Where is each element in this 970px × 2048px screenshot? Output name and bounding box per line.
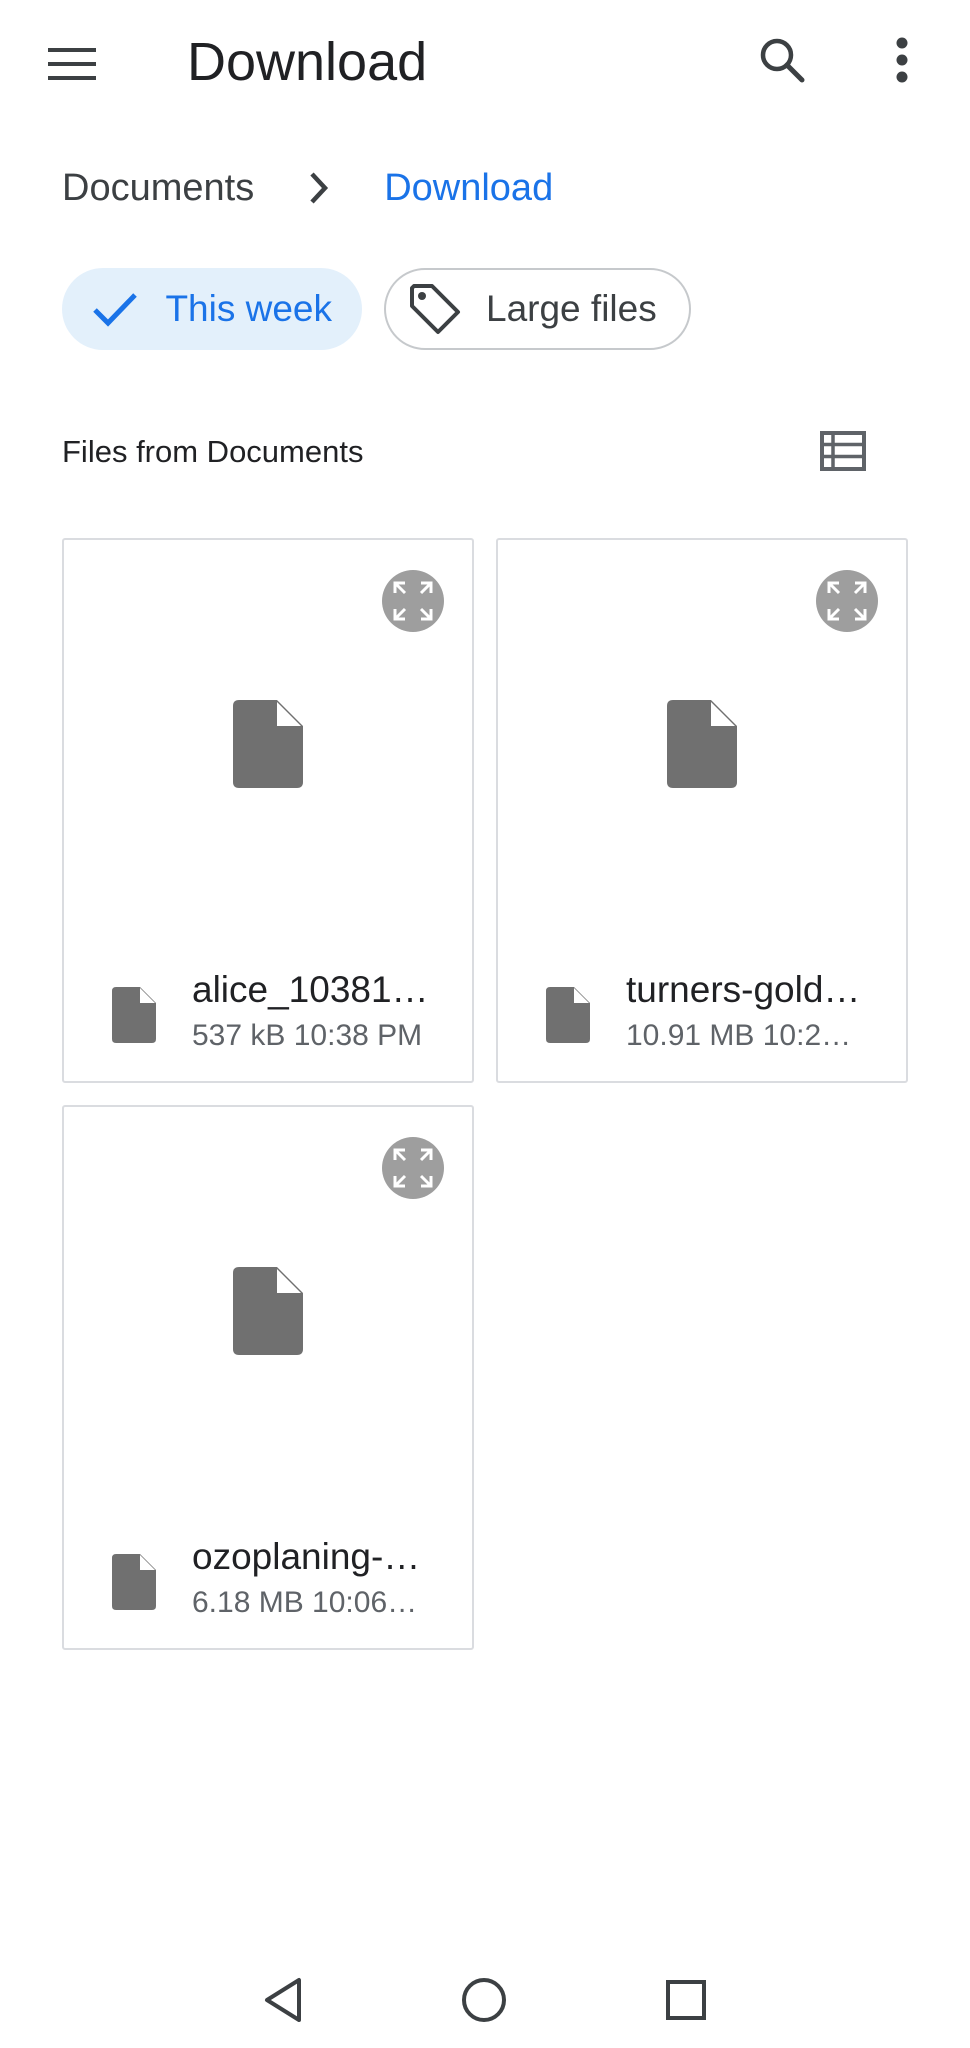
file-card-footer: ozoplaning-… 6.18 MB 10:06… (64, 1534, 472, 1626)
file-card-footer: turners-gold… 10.91 MB 10:2… (498, 967, 906, 1059)
recents-button[interactable] (654, 1968, 718, 2032)
tag-icon (408, 282, 462, 336)
file-name: turners-gold… (626, 969, 861, 1010)
breadcrumb: Documents Download (62, 160, 553, 216)
menu-button[interactable] (34, 26, 110, 102)
file-card[interactable]: alice_10381… 537 kB 10:38 PM (62, 538, 474, 1083)
file-meta: 10.91 MB 10:2… (626, 1019, 852, 1052)
expand-icon (393, 1148, 433, 1188)
check-icon (88, 282, 141, 336)
file-manager-screen: Download Documents Download This week La… (0, 0, 970, 2048)
home-button[interactable] (452, 1968, 516, 2032)
more-options-button[interactable] (864, 22, 940, 98)
file-meta: 6.18 MB 10:06… (192, 1586, 418, 1619)
menu-icon (48, 48, 96, 80)
file-icon (667, 700, 737, 788)
file-icon (233, 1267, 303, 1355)
home-circle-icon (462, 1978, 506, 2022)
section-title: Files from Documents (62, 434, 364, 469)
file-card[interactable]: turners-gold… 10.91 MB 10:2… (496, 538, 908, 1083)
file-icon (112, 987, 156, 1043)
chip-this-week[interactable]: This week (62, 268, 362, 350)
filter-chips: This week Large files (62, 268, 691, 350)
breadcrumb-item-documents[interactable]: Documents (62, 167, 254, 210)
expand-preview-button[interactable] (382, 1137, 444, 1199)
more-vert-icon (896, 37, 908, 83)
breadcrumb-item-download[interactable]: Download (384, 167, 553, 210)
expand-icon (827, 581, 867, 621)
chevron-right-icon (310, 172, 329, 204)
page-title: Download (187, 32, 428, 92)
back-triangle-icon (265, 1978, 301, 2022)
file-icon (546, 987, 590, 1043)
chip-label: Large files (486, 288, 657, 329)
file-card-footer: alice_10381… 537 kB 10:38 PM (64, 967, 472, 1059)
breadcrumb-separator (284, 160, 354, 216)
file-name: ozoplaning-… (192, 1536, 421, 1577)
file-grid: alice_10381… 537 kB 10:38 PM turners-gol… (62, 538, 910, 1650)
system-nav-bar (0, 1950, 970, 2048)
top-app-bar: Download (0, 0, 970, 125)
expand-preview-button[interactable] (382, 570, 444, 632)
view-toggle-button[interactable] (808, 420, 878, 482)
file-meta: 537 kB 10:38 PM (192, 1019, 423, 1052)
chip-large-files[interactable]: Large files (384, 268, 691, 350)
file-card[interactable]: ozoplaning-… 6.18 MB 10:06… (62, 1105, 474, 1650)
expand-icon (393, 581, 433, 621)
recents-square-icon (666, 1980, 706, 2020)
list-view-icon (820, 431, 866, 471)
back-button[interactable] (251, 1968, 315, 2032)
file-icon (233, 700, 303, 788)
search-icon (760, 38, 805, 83)
file-name: alice_10381… (192, 969, 429, 1010)
search-button[interactable] (744, 22, 820, 98)
chip-label: This week (165, 288, 332, 329)
expand-preview-button[interactable] (816, 570, 878, 632)
file-icon (112, 1554, 156, 1610)
